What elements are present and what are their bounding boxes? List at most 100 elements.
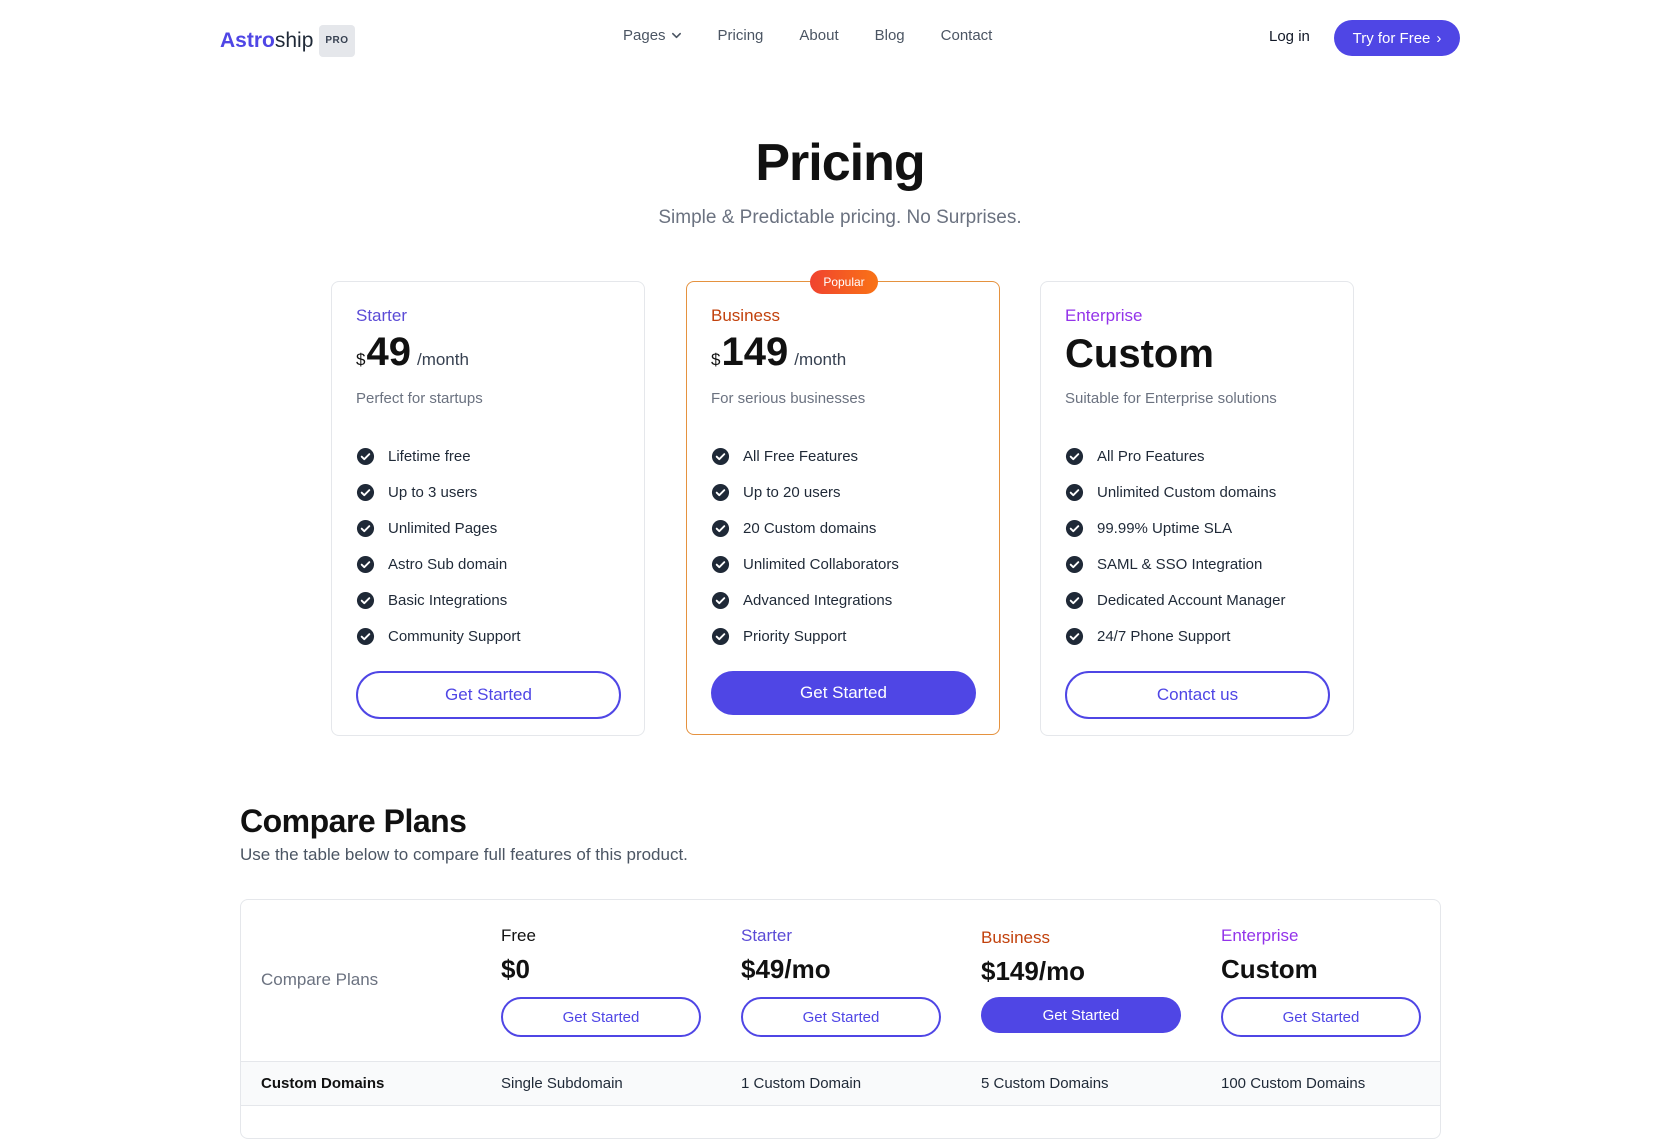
- check-circle-icon: [1065, 627, 1084, 645]
- logo-primary: Astro: [220, 29, 275, 52]
- check-circle-icon: [1065, 447, 1084, 465]
- compare-free-get-started-button[interactable]: Get Started: [501, 997, 701, 1037]
- compare-col-business: Business $149/mo Get Started: [981, 928, 1181, 1033]
- chevron-down-icon: [671, 32, 681, 39]
- compare-col-price: $149/mo: [981, 956, 1086, 986]
- compare-enterprise-get-started-button[interactable]: Get Started: [1221, 997, 1421, 1037]
- business-get-started-button[interactable]: Get Started: [711, 671, 976, 715]
- nav-blog[interactable]: Blog: [875, 27, 905, 44]
- table-cell: Single Subdomain: [501, 1075, 623, 1092]
- feature-label: Unlimited Custom domains: [1097, 483, 1277, 501]
- pro-badge: PRO: [319, 25, 355, 57]
- compare-col-name: Business: [981, 928, 1050, 947]
- compare-starter-get-started-button[interactable]: Get Started: [741, 997, 941, 1037]
- plan-description: For serious businesses: [711, 390, 866, 407]
- table-row: Custom Domains Single Subdomain 1 Custom…: [241, 1061, 1440, 1106]
- popular-badge: Popular: [810, 270, 878, 294]
- feature-item: All Free Features: [711, 438, 899, 474]
- feature-label: Up to 3 users: [388, 483, 478, 501]
- plan-name: Enterprise: [1065, 306, 1143, 325]
- compare-subtitle: Use the table below to compare full feat…: [240, 845, 688, 864]
- compare-business-get-started-button[interactable]: Get Started: [981, 997, 1181, 1033]
- nav-pricing[interactable]: Pricing: [718, 27, 764, 44]
- check-circle-icon: [1065, 519, 1084, 537]
- nav-about[interactable]: About: [799, 27, 838, 44]
- check-circle-icon: [1065, 591, 1084, 609]
- table-row-feature: Custom Domains: [261, 1075, 385, 1092]
- check-circle-icon: [356, 591, 375, 609]
- feature-label: Up to 20 users: [743, 483, 841, 501]
- try-for-free-label: Try for Free: [1352, 29, 1431, 47]
- compare-col-enterprise: Enterprise Custom Get Started: [1221, 926, 1421, 1037]
- plan-price: $ 149 /month: [711, 330, 846, 375]
- feature-item: Basic Integrations: [356, 582, 521, 618]
- feature-label: All Pro Features: [1097, 447, 1205, 465]
- feature-item: Astro Sub domain: [356, 546, 521, 582]
- plan-description: Suitable for Enterprise solutions: [1065, 390, 1277, 407]
- check-circle-icon: [711, 447, 730, 465]
- starter-get-started-button[interactable]: Get Started: [356, 671, 621, 719]
- feature-item: 99.99% Uptime SLA: [1065, 510, 1285, 546]
- feature-item: Unlimited Collaborators: [711, 546, 899, 582]
- feature-item: Priority Support: [711, 618, 899, 654]
- feature-label: All Free Features: [743, 447, 859, 465]
- feature-item: Community Support: [356, 618, 521, 654]
- feature-label: Unlimited Collaborators: [743, 555, 899, 573]
- nav-pages-label: Pages: [623, 27, 666, 44]
- try-for-free-button[interactable]: Try for Free ›: [1334, 20, 1460, 56]
- check-circle-icon: [356, 627, 375, 645]
- check-circle-icon: [356, 555, 375, 573]
- feature-item: Up to 20 users: [711, 474, 899, 510]
- enterprise-contact-button[interactable]: Contact us: [1065, 671, 1330, 719]
- compare-col-name: Starter: [741, 926, 793, 945]
- feature-item: Unlimited Pages: [356, 510, 521, 546]
- plan-card-starter: Starter $ 49 /month Perfect for startups…: [331, 281, 645, 736]
- feature-label: Astro Sub domain: [388, 555, 508, 573]
- nav-pages[interactable]: Pages: [623, 27, 682, 44]
- compare-table-label: Compare Plans: [261, 970, 379, 989]
- price-period: /month: [794, 350, 847, 369]
- check-circle-icon: [711, 483, 730, 501]
- price-period: /month: [416, 350, 469, 369]
- plan-card-business: Popular Business $ 149 /month For seriou…: [686, 270, 1000, 735]
- main-nav: Pages Pricing About Blog Contact: [623, 27, 992, 44]
- price-currency: $: [711, 350, 721, 369]
- check-circle-icon: [1065, 555, 1084, 573]
- feature-item: 24/7 Phone Support: [1065, 618, 1285, 654]
- compare-col-name: Enterprise: [1221, 926, 1299, 945]
- plan-name: Business: [711, 306, 780, 325]
- nav-contact[interactable]: Contact: [941, 27, 993, 44]
- page-subtitle: Simple & Predictable pricing. No Surpris…: [658, 207, 1022, 228]
- feature-item: SAML & SSO Integration: [1065, 546, 1285, 582]
- plan-price: $ 49 /month: [356, 330, 469, 375]
- feature-label: Unlimited Pages: [388, 519, 498, 537]
- check-circle-icon: [356, 519, 375, 537]
- check-circle-icon: [711, 555, 730, 573]
- feature-item: Unlimited Custom domains: [1065, 474, 1285, 510]
- feature-item: Dedicated Account Manager: [1065, 582, 1285, 618]
- feature-list: All Pro Features Unlimited Custom domain…: [1065, 438, 1285, 654]
- compare-title: Compare Plans: [240, 803, 467, 839]
- compare-col-price: $49/mo: [741, 954, 831, 984]
- plan-description: Perfect for startups: [356, 390, 483, 407]
- compare-col-name: Free: [501, 926, 536, 945]
- feature-item: 20 Custom domains: [711, 510, 899, 546]
- table-cell: 5 Custom Domains: [981, 1075, 1109, 1092]
- feature-label: Dedicated Account Manager: [1097, 591, 1286, 609]
- feature-label: Community Support: [388, 627, 521, 645]
- compare-table: Compare Plans Free $0 Get Started Starte…: [240, 899, 1441, 1139]
- logo[interactable]: Astro ship PRO: [220, 25, 355, 57]
- feature-label: Lifetime free: [388, 447, 471, 465]
- check-circle-icon: [1065, 483, 1084, 501]
- feature-item: Lifetime free: [356, 438, 521, 474]
- compare-col-starter: Starter $49/mo Get Started: [741, 926, 941, 1037]
- compare-col-price: Custom: [1221, 954, 1318, 984]
- feature-item: Up to 3 users: [356, 474, 521, 510]
- login-link[interactable]: Log in: [1269, 28, 1310, 45]
- check-circle-icon: [711, 591, 730, 609]
- check-circle-icon: [356, 447, 375, 465]
- site-header: Astro ship PRO Pages Pricing About Blog C…: [0, 0, 1680, 76]
- table-cell: 1 Custom Domain: [741, 1075, 862, 1092]
- price-currency: $: [356, 350, 366, 369]
- chevron-right-icon: ›: [1436, 29, 1442, 47]
